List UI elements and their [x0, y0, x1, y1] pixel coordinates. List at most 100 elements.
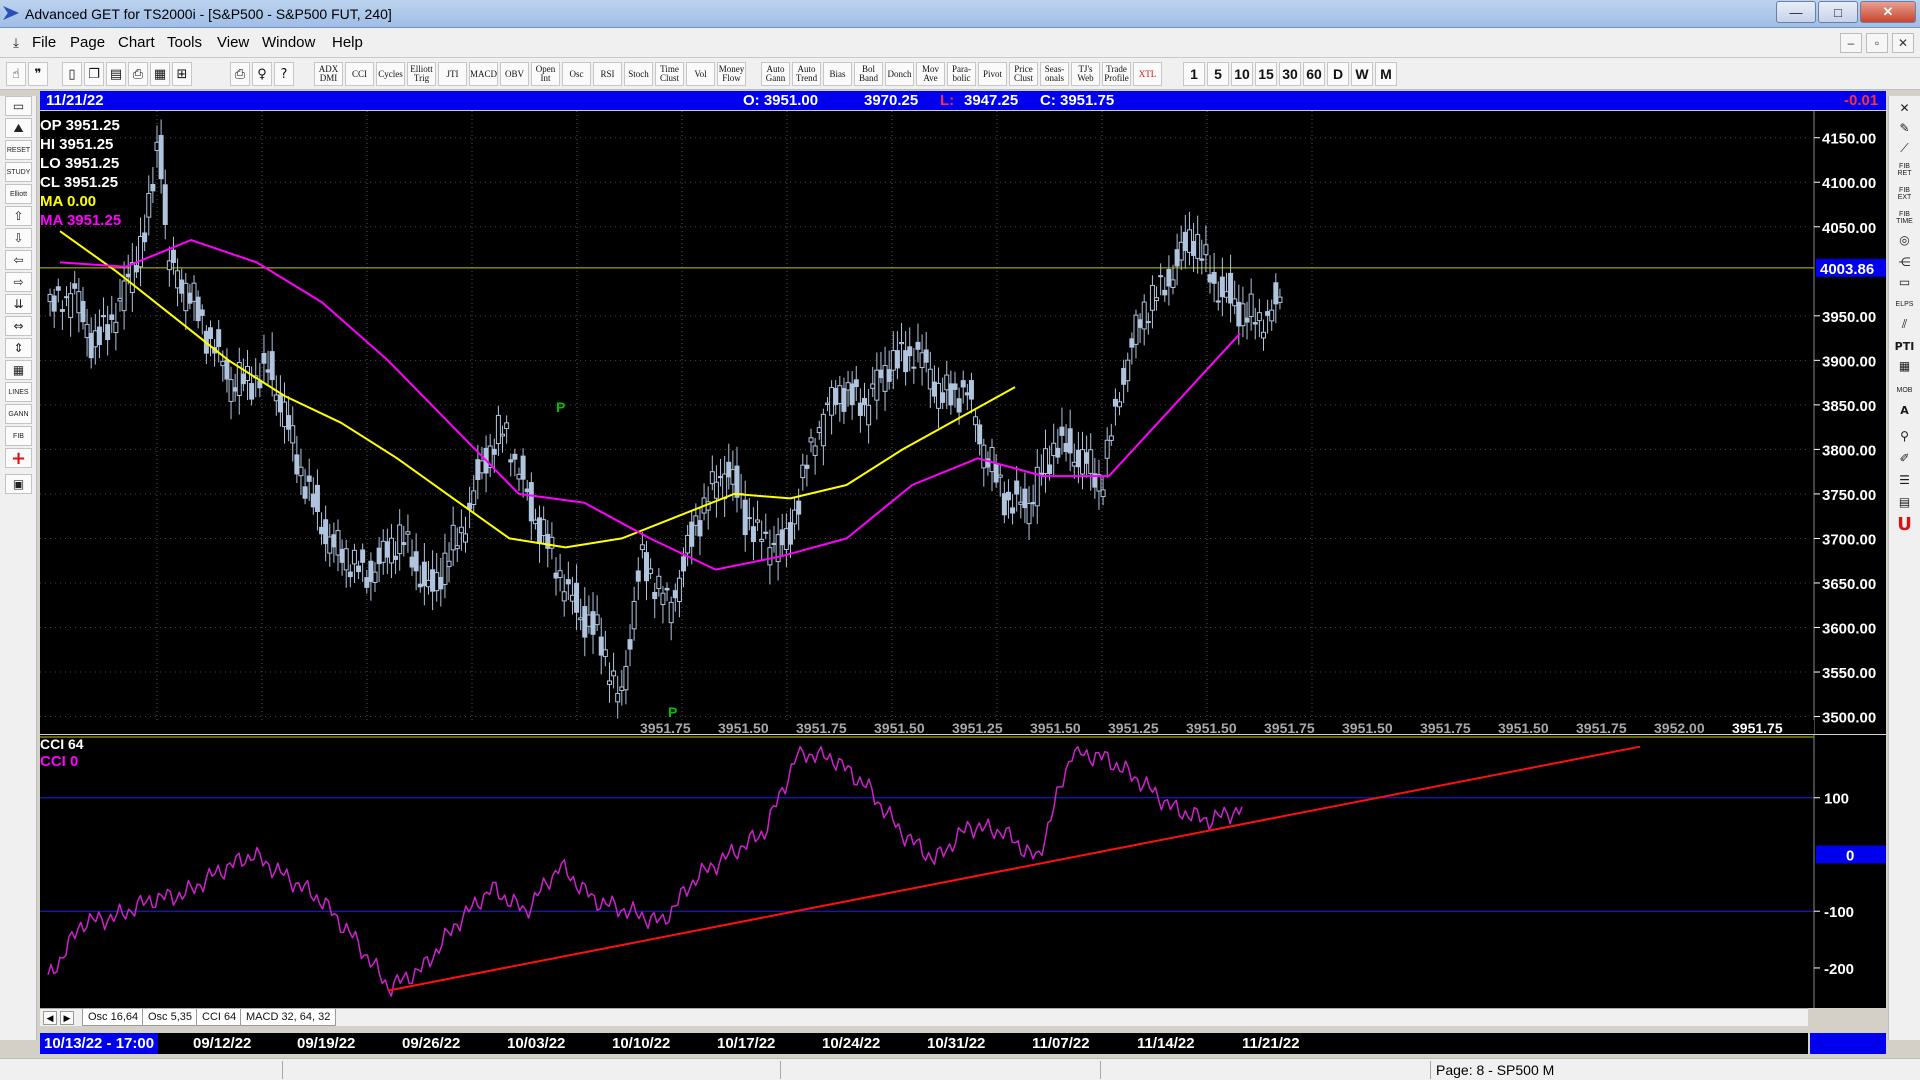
hand-icon[interactable]: ☝ [6, 62, 26, 86]
cci-chart-panel[interactable]: 100 0 -100 -200 CCI 64 CCI 0 [40, 735, 1886, 1008]
study-tradeprofile-button[interactable]: Trade Profile [1102, 62, 1131, 86]
indicator-cycles-button[interactable]: Cycles [376, 62, 405, 86]
help-icon[interactable]: ? [274, 62, 294, 86]
close-button[interactable]: ✕ [1860, 1, 1916, 23]
gann-icon[interactable]: GANN [5, 404, 32, 424]
rectangle-icon[interactable]: ▭ [1892, 272, 1917, 292]
indicator-openint-button[interactable]: Open Int [531, 62, 560, 86]
tab-cci-64[interactable]: CCI 64 [196, 1009, 243, 1026]
indicator-cci-button[interactable]: CCI [345, 62, 374, 86]
ellipse-icon[interactable]: ELPS [1892, 294, 1917, 314]
study-seasonals-button[interactable]: Seas-onals [1040, 62, 1069, 86]
close-x-icon[interactable]: ✕ [1892, 98, 1917, 118]
tab-osc-16-64[interactable]: Osc 16,64 [82, 1009, 145, 1026]
tab-scroll-left-icon[interactable]: ◀ [43, 1011, 57, 1025]
timeframe-weekly-button[interactable]: W [1351, 62, 1373, 86]
arrow-up-icon[interactable]: ⇧ [5, 206, 32, 226]
study-bolband-button[interactable]: Bol Band [854, 62, 883, 86]
print-icon[interactable]: ⎙ [230, 62, 250, 86]
grid-icon[interactable]: ▦ [150, 62, 170, 86]
fan-icon[interactable]: ⋲ [1892, 252, 1917, 272]
study-parabolic-button[interactable]: Para-bolic [947, 62, 976, 86]
mdi-close-button[interactable]: ✕ [1892, 33, 1914, 53]
zoom-fit-icon[interactable]: ⊞ [172, 62, 192, 86]
text-tool-icon[interactable]: A [1892, 400, 1917, 420]
reset-icon[interactable]: RESET [5, 140, 32, 160]
list-icon[interactable]: ☰ [1892, 470, 1917, 490]
arrow-left-icon[interactable]: ⇦ [5, 250, 32, 270]
trendline-icon[interactable]: ⟋ [1892, 138, 1917, 158]
timeframe-15-button[interactable]: 15 [1255, 62, 1277, 86]
fib-icon[interactable]: FIB [5, 426, 32, 446]
timeframe-daily-button[interactable]: D [1327, 62, 1349, 86]
maximize-button[interactable]: □ [1818, 1, 1858, 23]
open-folder-icon[interactable]: ▭ [5, 96, 32, 116]
mob-icon[interactable]: MOB [1892, 380, 1917, 400]
vertical-expand-icon[interactable]: ⇕ [5, 338, 32, 358]
calculator-icon[interactable]: ▣ [5, 474, 32, 494]
magnifier-icon[interactable]: ⚲ [1892, 426, 1917, 446]
grid-toggle-icon[interactable]: ▦ [5, 360, 32, 380]
fib-time-icon[interactable]: FIB TIME [1892, 208, 1917, 228]
menu-page[interactable]: Page [70, 34, 105, 51]
study-tjsweb-button[interactable]: TJ's Web [1071, 62, 1100, 86]
indicator-rsi-button[interactable]: RSI [593, 62, 622, 86]
menu-tools[interactable]: Tools [167, 34, 202, 51]
indicator-elliott-button[interactable]: Elliott Trig [407, 62, 436, 86]
indicator-vol-button[interactable]: Vol [686, 62, 715, 86]
bars-compress-icon[interactable]: ⇊ [5, 294, 32, 314]
crosshair-icon[interactable]: + [5, 448, 32, 469]
pencil-icon[interactable]: ✎ [1892, 118, 1917, 138]
new-page-icon[interactable]: ▯ [62, 62, 82, 86]
menu-file[interactable]: File [32, 34, 56, 51]
study-bias-button[interactable]: Bias [823, 62, 852, 86]
timeframe-60-button[interactable]: 60 [1303, 62, 1325, 86]
indicator-jti-button[interactable]: JTI [438, 62, 467, 86]
timeframe-10-button[interactable]: 10 [1231, 62, 1253, 86]
study-priceclust-button[interactable]: Price Clust [1009, 62, 1038, 86]
study-movave-button[interactable]: Mov Ave [916, 62, 945, 86]
indicator-stoch-button[interactable]: Stoch [624, 62, 653, 86]
mdi-minimize-button[interactable]: – [1840, 33, 1862, 53]
lines-icon[interactable]: LINES [5, 382, 32, 402]
layout-icon[interactable]: ▤ [106, 62, 126, 86]
study-autogann-button[interactable]: Auto Gann [761, 62, 790, 86]
study-autotrend-button[interactable]: Auto Trend [792, 62, 821, 86]
timeframe-5-button[interactable]: 5 [1207, 62, 1229, 86]
doc-pin-icon[interactable]: ⤓ [6, 31, 26, 55]
arrow-right-icon[interactable]: ⇨ [5, 272, 32, 292]
indicator-macd-button[interactable]: MACD [469, 62, 498, 86]
tab-macd[interactable]: MACD 32, 64, 32 [240, 1009, 337, 1026]
report-icon[interactable]: ▤ [1892, 492, 1917, 512]
indicator-moneyflow-button[interactable]: Money Flow [717, 62, 746, 86]
pattern-icon[interactable]: ⛰ [5, 118, 32, 138]
print-preview-icon[interactable]: ⎙ [128, 62, 148, 86]
paint-icon[interactable]: ✐ [1892, 448, 1917, 468]
menu-chart[interactable]: Chart [118, 34, 155, 51]
timeframe-1-button[interactable]: 1 [1183, 62, 1205, 86]
elliott-icon[interactable]: Elliott [5, 184, 32, 204]
idea-icon[interactable]: ♀ [252, 62, 272, 86]
indicator-obv-button[interactable]: OBV [500, 62, 529, 86]
grid-table-icon[interactable]: ▦ [1892, 356, 1917, 376]
menu-help[interactable]: Help [332, 34, 363, 51]
timeframe-monthly-button[interactable]: M [1375, 62, 1397, 86]
tab-scroll-right-icon[interactable]: ▶ [60, 1011, 74, 1025]
copy-icon[interactable]: ❐ [84, 62, 104, 86]
minimize-button[interactable]: — [1776, 1, 1816, 23]
menu-view[interactable]: View [217, 34, 249, 51]
indicator-osc-button[interactable]: Osc [562, 62, 591, 86]
study-donch-button[interactable]: Donch [885, 62, 914, 86]
circle-icon[interactable]: ◎ [1892, 230, 1917, 250]
study-pivot-button[interactable]: Pivot [978, 62, 1007, 86]
quote-icon[interactable]: ❞ [28, 62, 48, 86]
indicator-timeclust-button[interactable]: Time Clust [655, 62, 684, 86]
pti-icon[interactable]: PTI [1892, 336, 1917, 356]
study-icon[interactable]: STUDY [5, 162, 32, 182]
price-chart-panel[interactable]: 4150.00 4100.00 4050.00 4003.86 3950.00 3900.… [40, 111, 1886, 736]
undo-u-icon[interactable]: U [1892, 514, 1917, 535]
tab-osc-5-35[interactable]: Osc 5,35 [142, 1009, 199, 1026]
fib-retracement-icon[interactable]: FIB RET [1892, 160, 1917, 180]
channel-icon[interactable]: ⫽ [1892, 314, 1917, 334]
fib-extension-icon[interactable]: FIB EXT [1892, 184, 1917, 204]
